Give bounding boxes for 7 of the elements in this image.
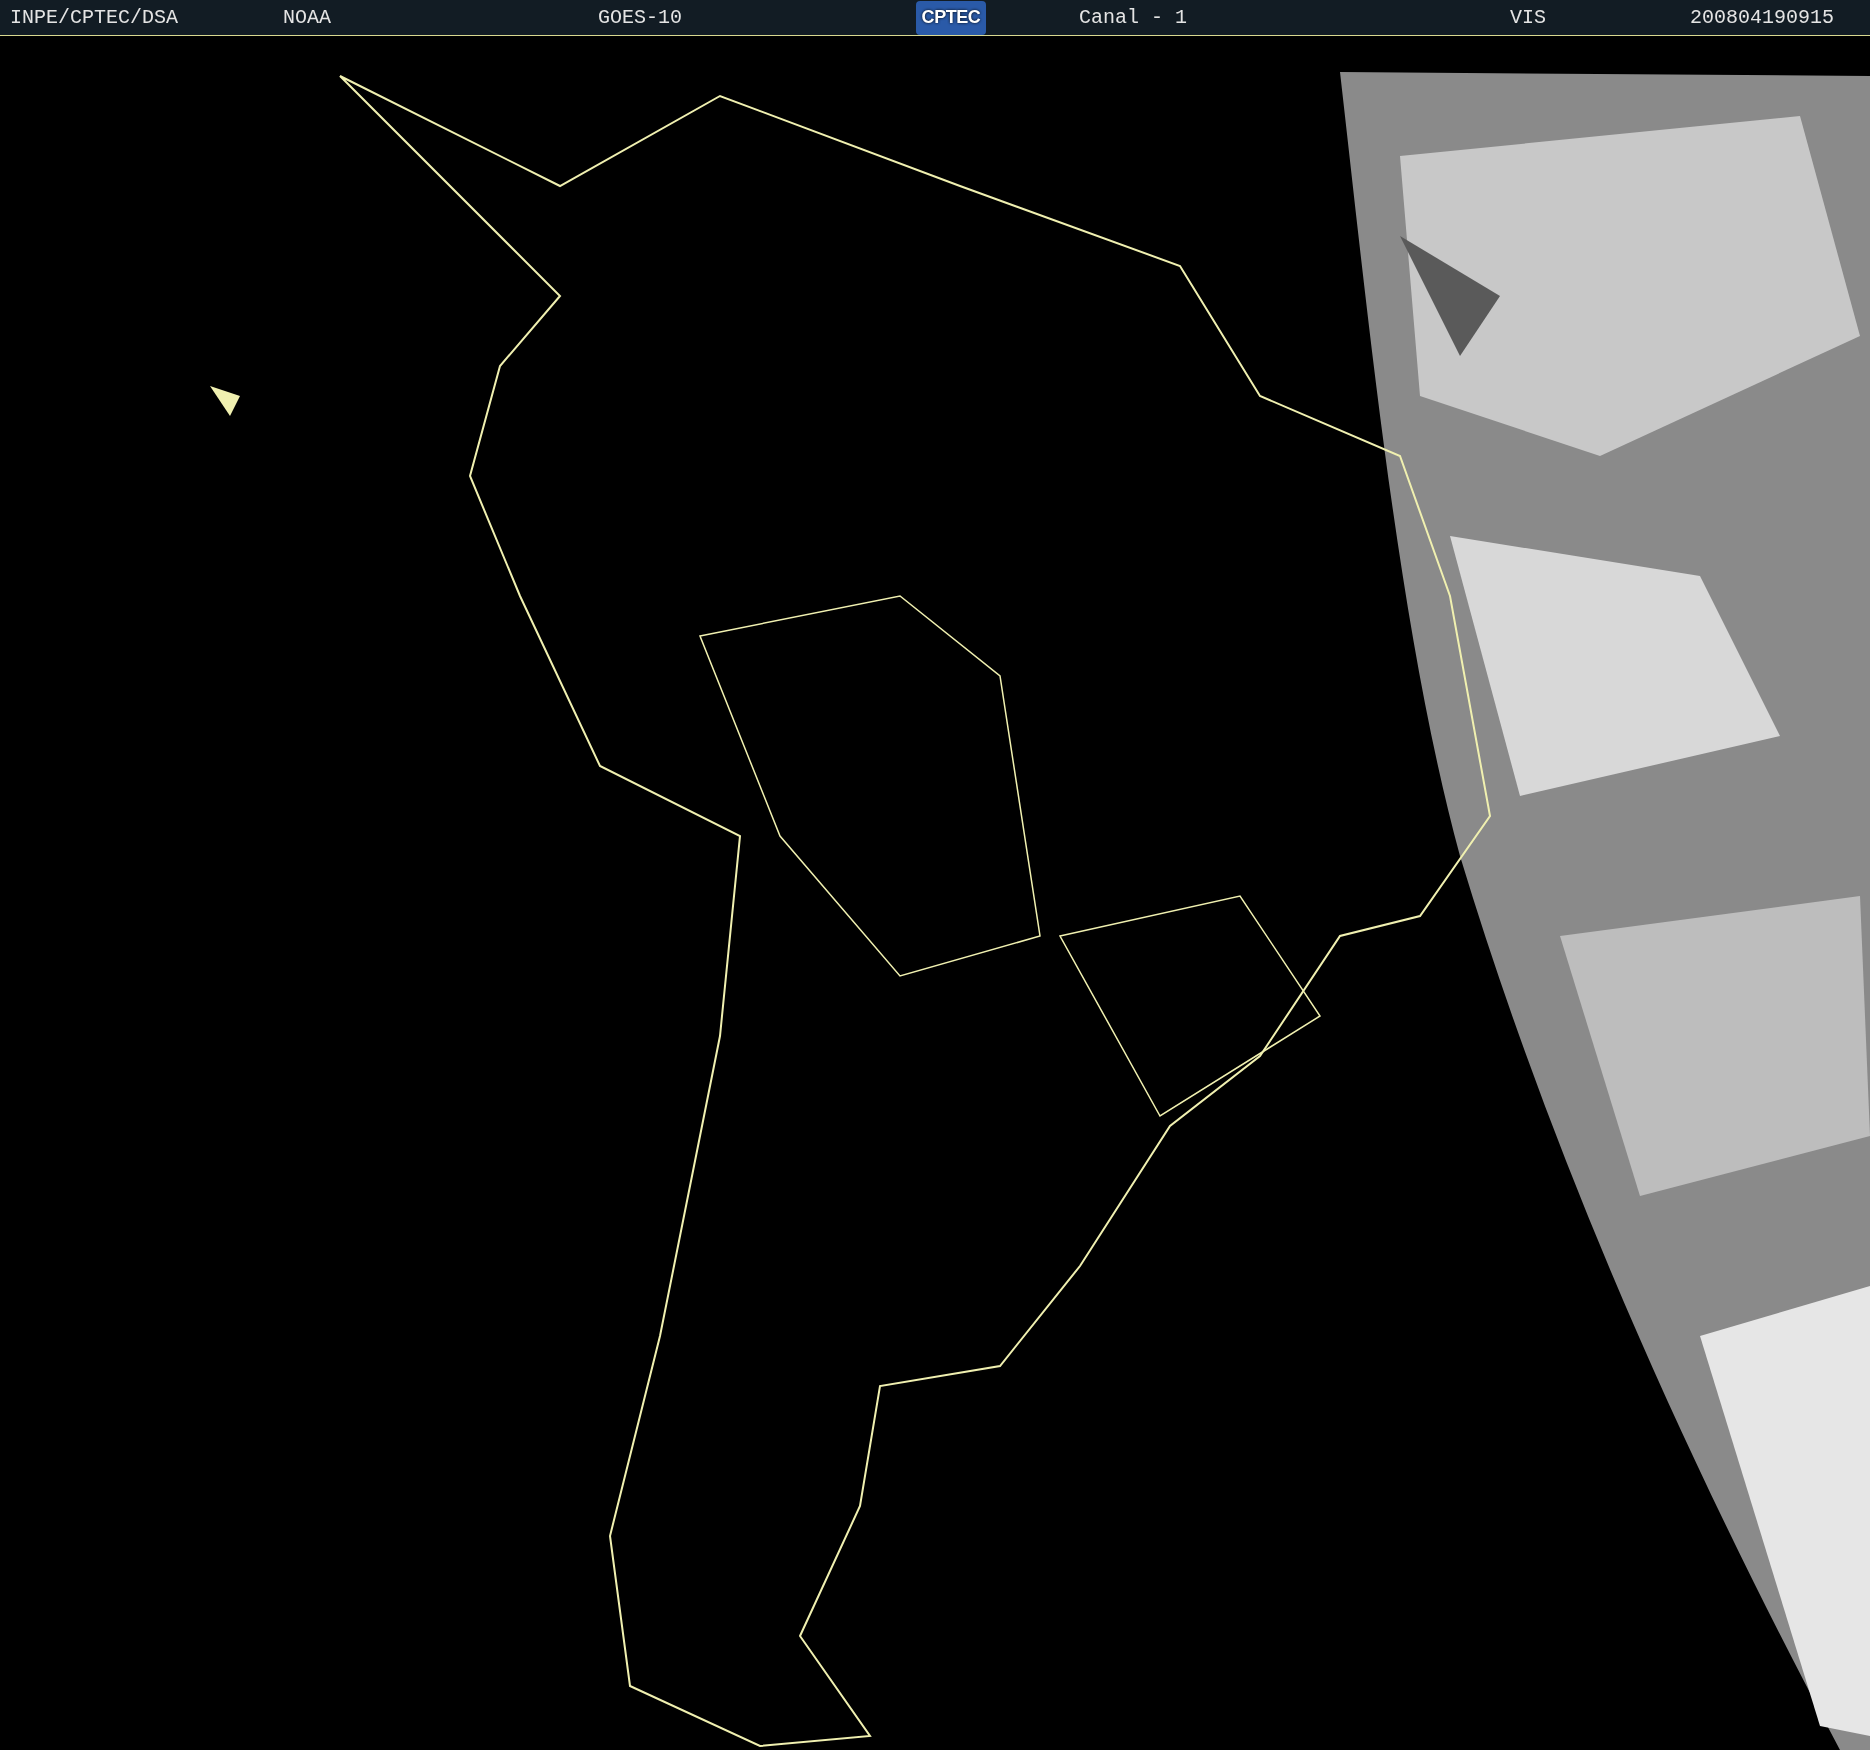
- header-label: VIS: [1510, 4, 1546, 31]
- logo-text: CPTEC: [921, 6, 981, 29]
- header-label: Canal - 1: [1079, 4, 1188, 31]
- header-label: 200804190915: [1690, 4, 1835, 31]
- header-label: NOAA: [283, 4, 331, 31]
- header-label: GOES-10: [598, 4, 682, 31]
- header-label: INPE/CPTEC/DSA: [10, 4, 179, 31]
